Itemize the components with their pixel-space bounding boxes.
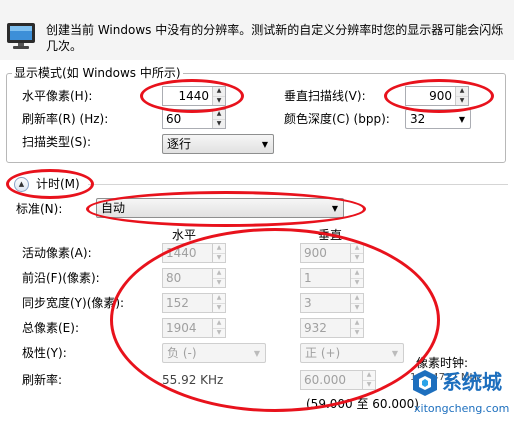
front-h-spinner: 80 ▲ ▼ bbox=[162, 268, 226, 288]
monitor-icon bbox=[7, 23, 35, 49]
active-h-value: 1440 bbox=[166, 246, 197, 260]
spin-arrows-icon[interactable]: ▲ ▼ bbox=[212, 87, 225, 105]
chevron-down-icon: ▼ bbox=[253, 348, 261, 358]
chevron-down-icon[interactable]: ▼ bbox=[327, 204, 343, 213]
color-depth-label: 颜色深度(C) (bpp): bbox=[284, 112, 390, 126]
watermark-logo bbox=[413, 370, 437, 396]
h-pixels-value[interactable]: 1440 bbox=[163, 87, 212, 105]
collapse-icon[interactable]: ▲ bbox=[14, 177, 29, 192]
color-depth-value: 32 bbox=[410, 112, 426, 126]
spin-arrows-icon[interactable]: ▲ ▼ bbox=[212, 110, 225, 128]
h-pixels-spinner[interactable]: 1440 ▲ ▼ bbox=[162, 86, 226, 106]
front-h-value: 80 bbox=[166, 271, 182, 285]
watermark-title: 系统城 bbox=[442, 370, 502, 394]
col-horizontal-header: 水平 bbox=[172, 228, 197, 242]
timing-title: 计时(M) bbox=[36, 177, 80, 191]
spin-arrows-icon: ▲ ▼ bbox=[350, 269, 363, 287]
refresh-rate-label: 刷新率(R) (Hz): bbox=[22, 112, 109, 126]
front-v-value: 1 bbox=[304, 271, 312, 285]
highlight-ellipse-timing-values bbox=[110, 228, 440, 412]
active-v-spinner: 900 ▲ ▼ bbox=[300, 243, 364, 263]
spin-arrows-icon: ▲ ▼ bbox=[212, 319, 225, 337]
active-v-value: 900 bbox=[304, 246, 327, 260]
active-h-spinner: 1440 ▲ ▼ bbox=[162, 243, 226, 263]
total-v-spinner: 932 ▲ ▼ bbox=[300, 318, 364, 338]
sync-h-spinner: 152 ▲ ▼ bbox=[162, 293, 226, 313]
header-message: 创建当前 Windows 中没有的分辨率。测试新的自定义分辨率时您的显示器可能会… bbox=[46, 23, 504, 53]
spin-arrows-icon: ▲ ▼ bbox=[350, 319, 363, 337]
polarity-h-select: 负 (-) ▼ bbox=[162, 343, 266, 363]
standard-value: 自动 bbox=[101, 201, 126, 215]
polarity-v-value: 正 (+) bbox=[305, 346, 341, 360]
v-lines-spinner[interactable]: 900 ▲ ▼ bbox=[405, 86, 469, 106]
standard-select[interactable]: 自动 ▼ bbox=[96, 198, 344, 218]
scan-type-select[interactable]: 逐行 ▼ bbox=[162, 134, 274, 154]
spin-arrows-icon: ▲ ▼ bbox=[350, 294, 363, 312]
spin-arrows-icon: ▲ ▼ bbox=[212, 244, 225, 262]
active-pixels-label: 活动像素(A): bbox=[22, 246, 92, 260]
spin-arrows-icon: ▲ ▼ bbox=[212, 294, 225, 312]
watermark: 系统城 xitongcheng.com bbox=[410, 368, 510, 420]
spin-arrows-icon: ▲ ▼ bbox=[212, 269, 225, 287]
chevron-down-icon[interactable]: ▼ bbox=[257, 140, 273, 149]
v-lines-value[interactable]: 900 bbox=[406, 87, 455, 105]
refresh-rate-spinner[interactable]: 60 ▲ ▼ bbox=[162, 109, 226, 129]
refresh-range: (59.000 至 60.000) bbox=[306, 397, 419, 411]
col-vertical-header: 垂直 bbox=[318, 228, 343, 242]
scan-type-label: 扫描类型(S): bbox=[22, 135, 92, 149]
spin-arrows-icon: ▲ ▼ bbox=[362, 371, 375, 389]
refresh-rate-value[interactable]: 60 bbox=[163, 110, 212, 128]
timing-refresh-h: 55.92 KHz bbox=[162, 373, 224, 387]
v-lines-label: 垂直扫描线(V): bbox=[284, 89, 366, 103]
front-v-spinner: 1 ▲ ▼ bbox=[300, 268, 364, 288]
polarity-h-value: 负 (-) bbox=[167, 346, 197, 360]
watermark-url: xitongcheng.com bbox=[414, 402, 510, 415]
timing-refresh-label: 刷新率: bbox=[22, 373, 63, 387]
spin-arrows-icon[interactable]: ▲ ▼ bbox=[455, 87, 468, 105]
standard-label: 标准(N): bbox=[16, 202, 63, 216]
total-h-spinner: 1904 ▲ ▼ bbox=[162, 318, 226, 338]
color-depth-select[interactable]: 32 ▼ bbox=[405, 109, 471, 129]
sync-h-value: 152 bbox=[166, 296, 189, 310]
polarity-v-select: 正 (+) ▼ bbox=[300, 343, 404, 363]
timing-refresh-v-spinner: 60.000 ▲ ▼ bbox=[300, 370, 376, 390]
spin-arrows-icon: ▲ ▼ bbox=[350, 244, 363, 262]
front-porch-label: 前沿(F)(像素): bbox=[22, 271, 100, 285]
total-h-value: 1904 bbox=[166, 321, 197, 335]
sync-v-spinner: 3 ▲ ▼ bbox=[300, 293, 364, 313]
display-mode-title: 显示模式(如 Windows 中所示) bbox=[12, 66, 183, 80]
timing-refresh-v-value: 60.000 bbox=[304, 373, 346, 387]
polarity-label: 极性(Y): bbox=[22, 346, 67, 360]
total-v-value: 932 bbox=[304, 321, 327, 335]
timing-separator bbox=[88, 184, 508, 185]
chevron-down-icon[interactable]: ▼ bbox=[454, 115, 470, 124]
sync-v-value: 3 bbox=[304, 296, 312, 310]
h-pixels-label: 水平像素(H): bbox=[22, 89, 93, 103]
total-pixels-label: 总像素(E): bbox=[22, 321, 79, 335]
scan-type-value: 逐行 bbox=[167, 137, 192, 151]
chevron-down-icon: ▼ bbox=[391, 348, 399, 358]
sync-width-label: 同步宽度(Y)(像素): bbox=[22, 296, 125, 310]
